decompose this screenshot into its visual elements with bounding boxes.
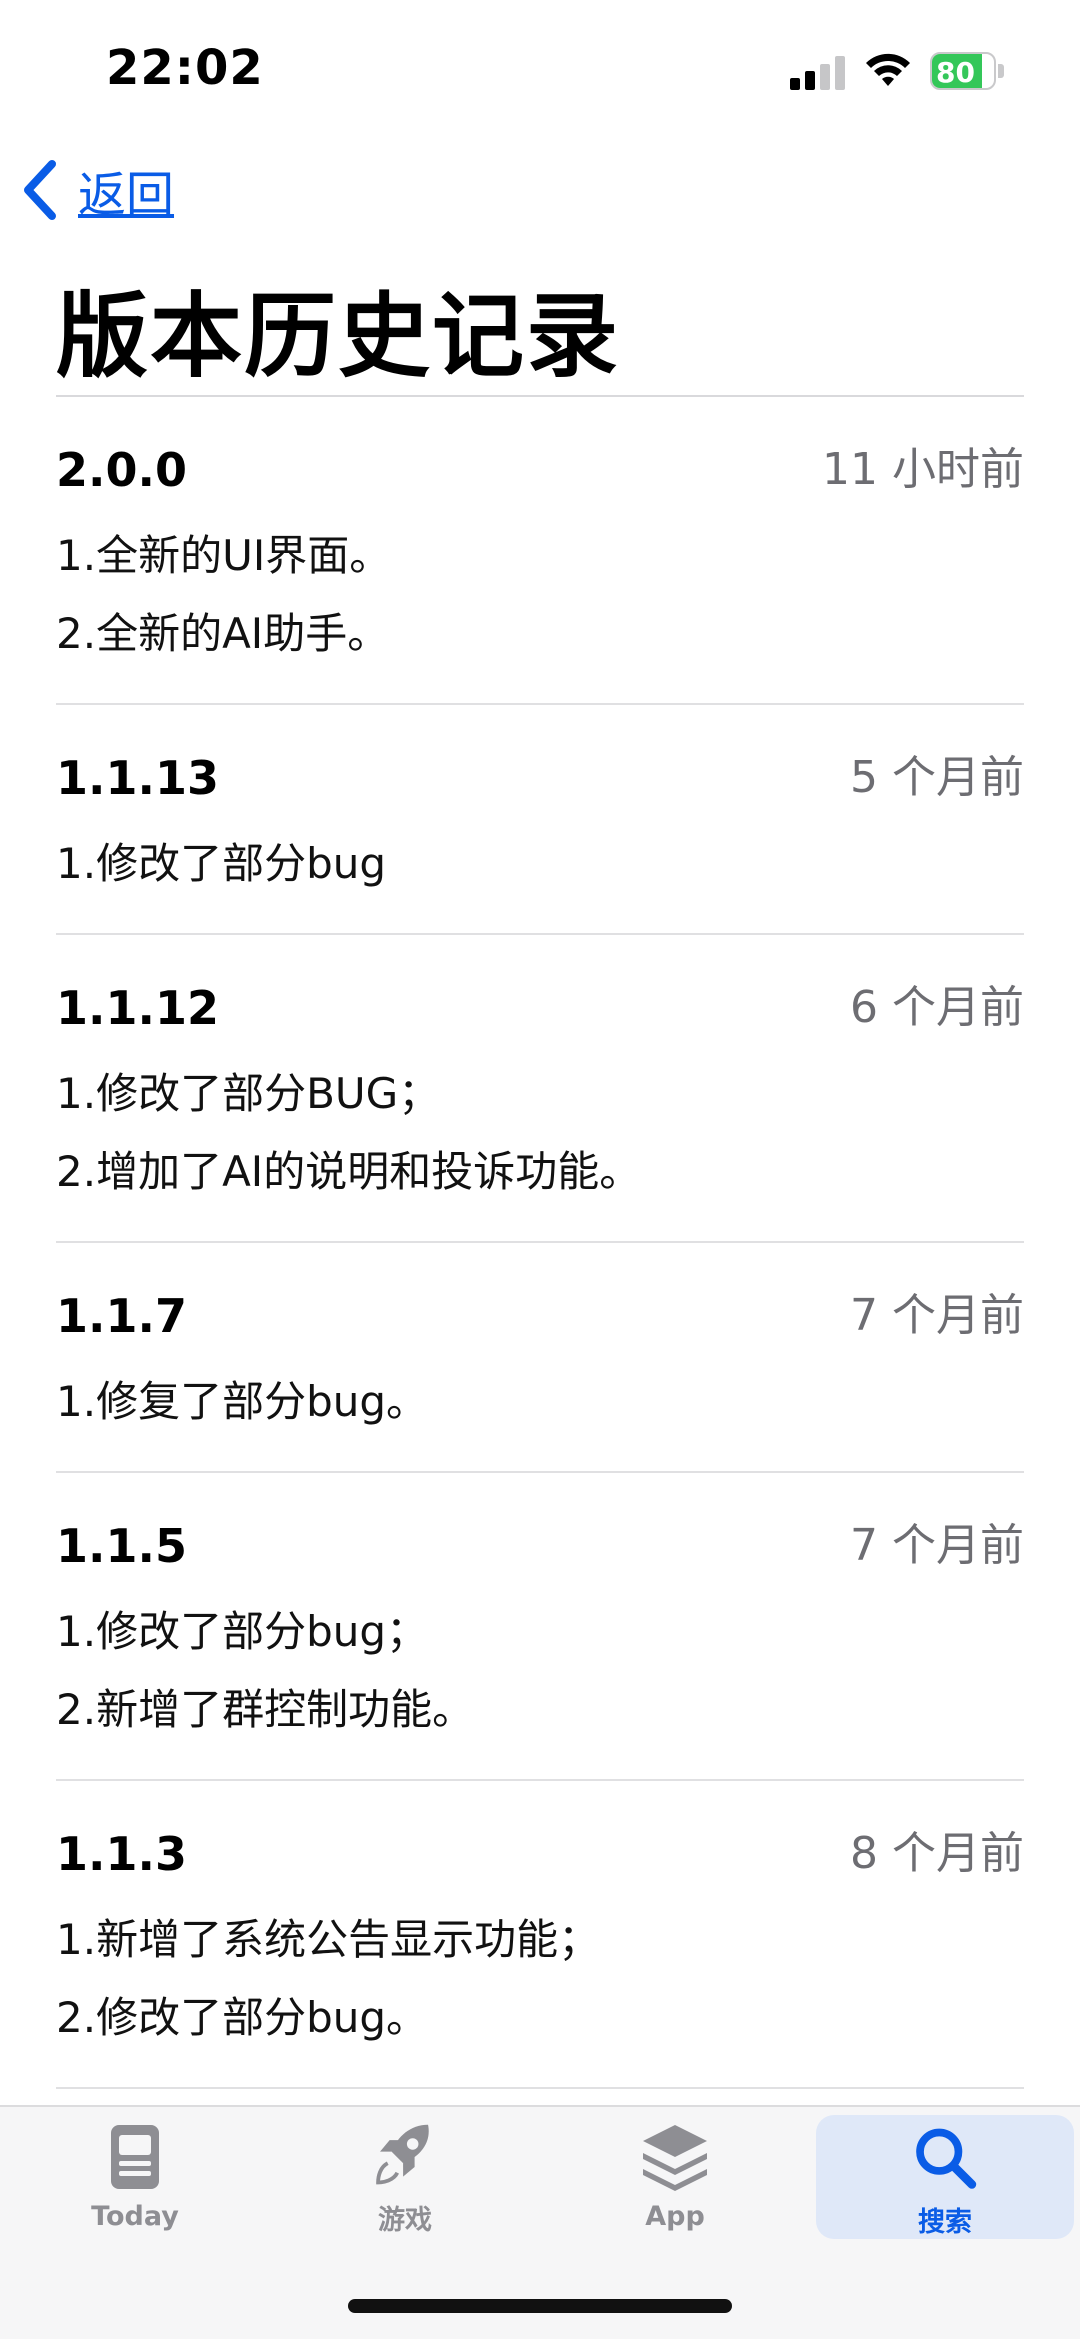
status-bar: 22:02 80	[0, 0, 1080, 140]
today-icon	[111, 2125, 159, 2189]
release-note-line: 1.新增了系统公告显示功能；	[56, 1915, 601, 1964]
release-date: 11 小时前	[822, 444, 1024, 495]
tab-games[interactable]: 游戏	[270, 2107, 540, 2237]
release-date: 7 个月前	[850, 1520, 1024, 1571]
version-number: 1.1.13	[56, 751, 219, 805]
release-note-line: 1.修改了部分bug；	[56, 1607, 429, 1656]
battery-percent: 80	[936, 56, 975, 89]
version-entry: 1.1.12 6 个月前 1.修改了部分BUG； 2.增加了AI的说明和投诉功能。	[56, 935, 1024, 1243]
version-entry: 1.1.5 7 个月前 1.修改了部分bug； 2.新增了群控制功能。	[56, 1473, 1024, 1781]
release-notes: 1.修改了部分bug	[56, 805, 1024, 933]
release-note-line: 2.增加了AI的说明和投诉功能。	[56, 1147, 642, 1196]
version-entry: 1.1.7 7 个月前 1.修复了部分bug。	[56, 1243, 1024, 1473]
release-notes: 1.修复了部分bug。	[56, 1343, 1024, 1471]
version-history-list: 2.0.0 11 小时前 1.全新的UI界面。 2.全新的AI助手。 1.1.13 5 个…	[56, 397, 1024, 2089]
version-entry: 1.1.3 8 个月前 1.新增了系统公告显示功能； 2.修改了部分bug。	[56, 1781, 1024, 2089]
entry-header: 1.1.7 7 个月前	[56, 1243, 1024, 1343]
tab-label: 搜索	[918, 2207, 972, 2238]
release-date: 7 个月前	[850, 1290, 1024, 1341]
page-title: 版本历史记录	[56, 283, 621, 390]
release-note-line: 2.新增了群控制功能。	[56, 1685, 475, 1734]
back-label: 返回	[78, 167, 175, 223]
version-number: 1.1.5	[56, 1519, 187, 1573]
back-button[interactable]: 返回	[20, 150, 174, 230]
version-number: 1.1.12	[56, 981, 219, 1035]
entry-header: 1.1.13 5 个月前	[56, 705, 1024, 805]
release-notes: 1.新增了系统公告显示功能； 2.修改了部分bug。	[56, 1881, 1024, 2087]
entry-header: 1.1.12 6 个月前	[56, 935, 1024, 1035]
home-indicator	[348, 2299, 732, 2313]
cellular-signal-icon	[790, 56, 845, 90]
release-notes: 1.全新的UI界面。 2.全新的AI助手。	[56, 497, 1024, 703]
release-date: 5 个月前	[850, 752, 1024, 803]
tab-bar: Today 游戏 App 搜索	[0, 2105, 1080, 2339]
version-number: 1.1.7	[56, 1289, 187, 1343]
release-notes: 1.修改了部分BUG； 2.增加了AI的说明和投诉功能。	[56, 1035, 1024, 1241]
release-note-line: 1.修改了部分BUG；	[56, 1069, 441, 1118]
release-note-line: 1.修复了部分bug。	[56, 1377, 429, 1426]
tab-apps[interactable]: App	[540, 2107, 810, 2237]
release-note-line: 1.全新的UI界面。	[56, 531, 392, 580]
apps-stack-icon	[643, 2125, 707, 2191]
tab-search[interactable]: 搜索	[816, 2115, 1074, 2239]
version-number: 2.0.0	[56, 443, 187, 497]
tab-label: Today	[91, 2201, 179, 2232]
tab-today[interactable]: Today	[0, 2107, 270, 2237]
version-entry: 2.0.0 11 小时前 1.全新的UI界面。 2.全新的AI助手。	[56, 397, 1024, 705]
entry-header: 2.0.0 11 小时前	[56, 397, 1024, 497]
release-note-line: 2.修改了部分bug。	[56, 1993, 429, 2042]
release-date: 8 个月前	[850, 1828, 1024, 1879]
wifi-icon	[866, 53, 910, 86]
tab-label: App	[645, 2201, 705, 2232]
entry-header: 1.1.3 8 个月前	[56, 1781, 1024, 1881]
entry-header: 1.1.5 7 个月前	[56, 1473, 1024, 1573]
version-number: 1.1.3	[56, 1827, 187, 1881]
release-note-line: 1.修改了部分bug	[56, 839, 387, 888]
battery-icon: 80	[930, 52, 1008, 90]
search-icon	[916, 2128, 977, 2189]
release-notes: 1.修改了部分bug； 2.新增了群控制功能。	[56, 1573, 1024, 1779]
tab-label: 游戏	[378, 2205, 432, 2236]
status-time: 22:02	[106, 40, 264, 96]
release-note-line: 2.全新的AI助手。	[56, 609, 390, 658]
release-date: 6 个月前	[850, 982, 1024, 1033]
version-entry: 1.1.13 5 个月前 1.修改了部分bug	[56, 705, 1024, 935]
rocket-icon	[376, 2124, 429, 2185]
chevron-left-icon	[24, 160, 56, 220]
